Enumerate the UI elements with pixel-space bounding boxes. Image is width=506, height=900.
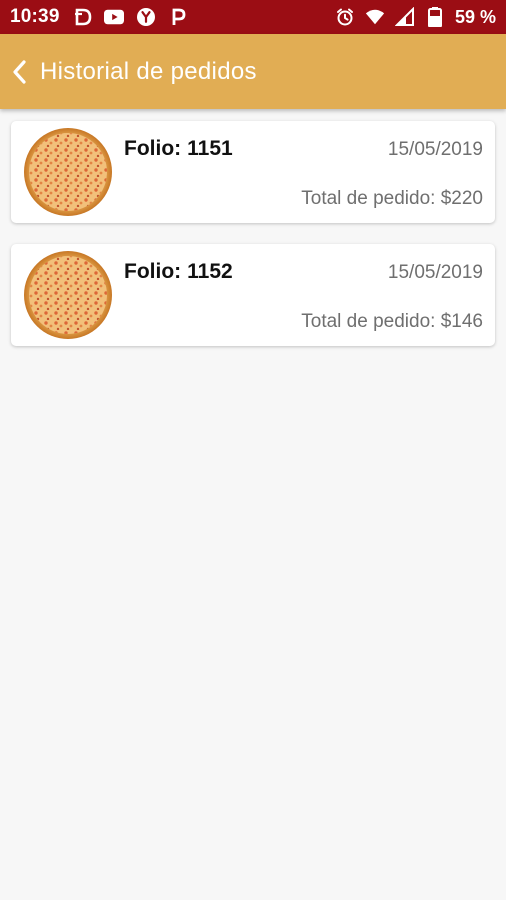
total-amount: $146: [440, 311, 483, 332]
total-amount: $220: [440, 188, 483, 209]
order-card[interactable]: Folio: 1151 15/05/2019 Total de pedido: $…: [11, 121, 495, 223]
folio-number: 1151: [187, 137, 233, 160]
alarm-icon: [335, 7, 355, 27]
youtube-icon: [103, 7, 124, 27]
total-label: Total de pedido:: [301, 311, 436, 332]
wifi-icon: [365, 7, 385, 27]
folio-number: 1152: [187, 260, 233, 283]
order-card[interactable]: Folio: 1152 15/05/2019 Total de pedido: $…: [11, 244, 495, 346]
order-folio: Folio: 1152: [124, 260, 233, 284]
order-total: Total de pedido: $146: [301, 311, 483, 333]
pizza-icon: [24, 251, 112, 339]
folio-label: Folio:: [124, 260, 182, 283]
chevron-left-icon: [13, 59, 26, 84]
signal-icon: [394, 7, 415, 27]
app-bar: Historial de pedidos: [0, 34, 506, 109]
order-total: Total de pedido: $220: [301, 188, 483, 210]
battery-percentage: 59 %: [454, 6, 496, 27]
folio-label: Folio:: [124, 137, 182, 160]
status-bar-right: 59 %: [335, 7, 496, 28]
d-icon: [72, 7, 92, 27]
status-time: 10:39: [10, 6, 60, 27]
orders-list: Folio: 1151 15/05/2019 Total de pedido: $…: [11, 121, 495, 367]
p-icon: [168, 7, 188, 27]
pizza-icon: [24, 128, 112, 216]
order-date: 15/05/2019: [387, 262, 483, 283]
order-date: 15/05/2019: [387, 139, 483, 160]
order-folio: Folio: 1151: [124, 137, 233, 161]
status-bar-left: 10:39: [10, 6, 335, 28]
status-bar: 10:39 59 %: [0, 0, 506, 34]
page-title: Historial de pedidos: [40, 57, 257, 85]
y-icon: [136, 7, 156, 27]
total-label: Total de pedido:: [301, 188, 436, 209]
battery-icon: [425, 7, 445, 27]
